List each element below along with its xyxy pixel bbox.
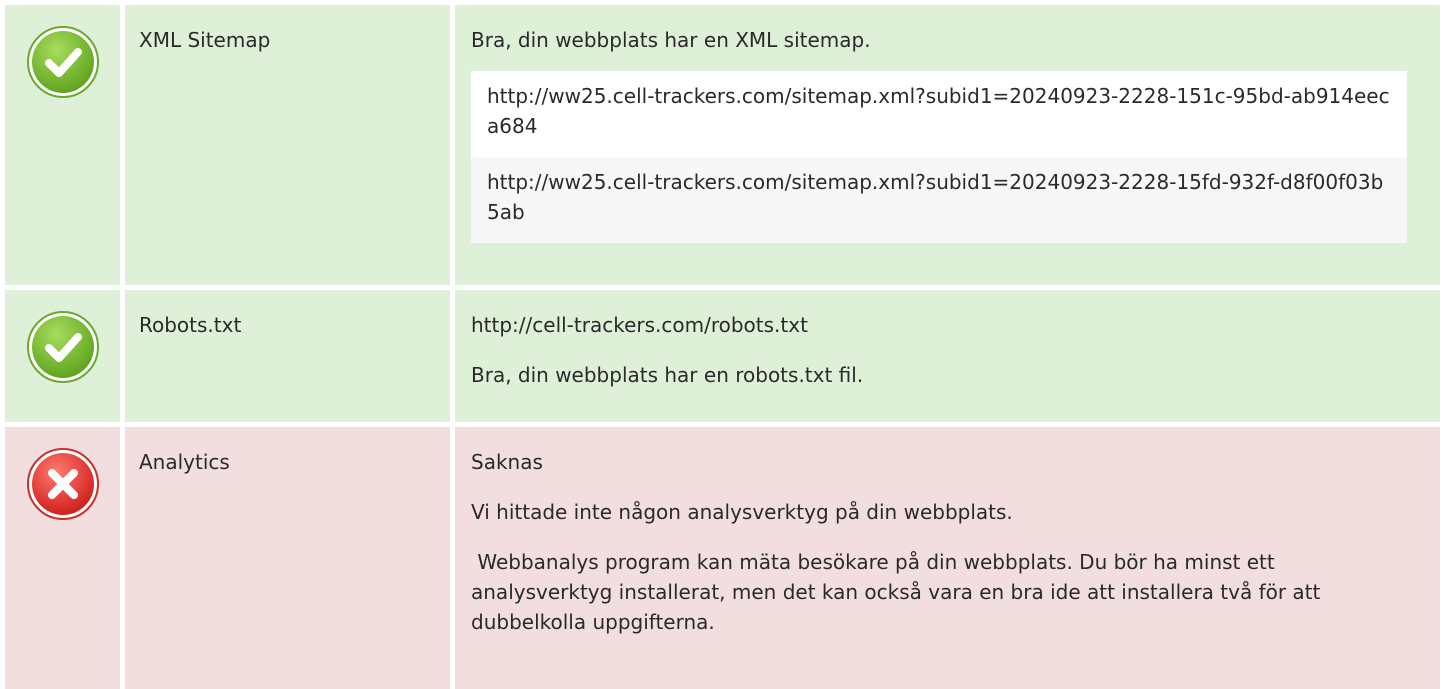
status-cell [5, 290, 120, 422]
row-content-cell: Saknas Vi hittade inte någon analysverkt… [455, 427, 1440, 689]
analytics-status: Saknas [471, 450, 543, 474]
analytics-message: Vi hittade inte någon analysverktyg på d… [471, 500, 1013, 524]
row-label: Analytics [139, 450, 230, 474]
seo-results-table: XML Sitemap Bra, din webbplats har en XM… [0, 5, 1445, 689]
check-circle-icon [25, 24, 101, 285]
row-label: Robots.txt [139, 313, 242, 337]
sitemap-url-item: http://ww25.cell-trackers.com/sitemap.xm… [471, 157, 1407, 243]
sitemap-url-list: http://ww25.cell-trackers.com/sitemap.xm… [471, 71, 1407, 243]
check-circle-icon [25, 309, 101, 422]
row-label-cell: Analytics [125, 427, 450, 689]
result-row-analytics: Analytics Saknas Vi hittade inte någon a… [0, 427, 1445, 689]
analytics-advice: Webbanalys program kan mäta besökare på … [471, 550, 1327, 634]
status-cell [5, 427, 120, 689]
robots-message: Bra, din webbplats har en robots.txt fil… [471, 363, 864, 387]
row-label: XML Sitemap [139, 28, 271, 52]
sitemap-message: Bra, din webbplats har en XML sitemap. [471, 28, 871, 52]
row-label-cell: XML Sitemap [125, 5, 450, 285]
robots-url: http://cell-trackers.com/robots.txt [471, 313, 808, 337]
error-circle-icon [25, 446, 101, 689]
sitemap-url-item: http://ww25.cell-trackers.com/sitemap.xm… [471, 71, 1407, 157]
result-row-xml-sitemap: XML Sitemap Bra, din webbplats har en XM… [0, 5, 1445, 285]
row-content-cell: http://cell-trackers.com/robots.txt Bra,… [455, 290, 1440, 422]
row-label-cell: Robots.txt [125, 290, 450, 422]
status-cell [5, 5, 120, 285]
result-row-robots-txt: Robots.txt http://cell-trackers.com/robo… [0, 290, 1445, 422]
row-content-cell: Bra, din webbplats har en XML sitemap. h… [455, 5, 1440, 285]
